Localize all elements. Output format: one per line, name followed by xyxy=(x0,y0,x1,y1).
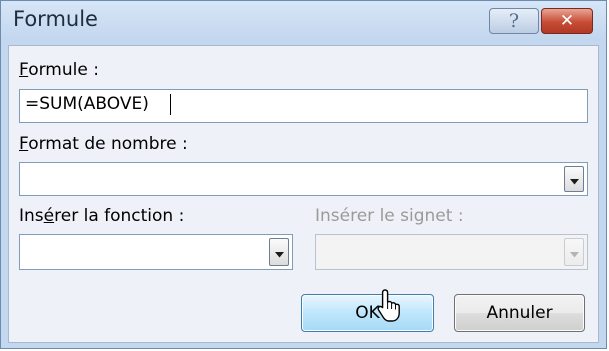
help-icon: ? xyxy=(508,10,520,32)
chevron-down-icon xyxy=(569,243,579,262)
insert-bookmark-dropdown-button xyxy=(564,238,584,266)
chevron-down-icon xyxy=(274,243,284,262)
ok-button[interactable]: OK xyxy=(301,294,434,332)
number-format-dropdown-button[interactable] xyxy=(564,166,584,192)
insert-function-label: Insérer la fonction : xyxy=(19,206,185,226)
title-bar[interactable]: Formule ? ✕ xyxy=(1,1,606,41)
hand-cursor-icon xyxy=(376,289,406,327)
formula-input[interactable]: =SUM(ABOVE) xyxy=(19,89,588,123)
close-icon: ✕ xyxy=(559,11,575,31)
number-format-label: Format de nombre : xyxy=(19,134,188,154)
dialog-title: Formule xyxy=(13,7,98,31)
cancel-button[interactable]: Annuler xyxy=(454,294,585,332)
insert-function-dropdown-button[interactable] xyxy=(269,238,289,266)
dialog-body: Formule : =SUM(ABOVE) Format de nombre :… xyxy=(8,45,599,343)
insert-bookmark-label: Insérer le signet : xyxy=(315,206,464,226)
cancel-button-label: Annuler xyxy=(486,303,553,323)
help-button[interactable]: ? xyxy=(489,8,539,34)
formula-dialog: Formule ? ✕ Formule : =SUM(ABOVE) Format… xyxy=(0,0,607,349)
number-format-dropdown[interactable] xyxy=(19,162,588,196)
formula-label: Formule : xyxy=(19,60,99,80)
insert-function-dropdown[interactable] xyxy=(19,234,293,270)
text-caret xyxy=(170,94,171,115)
close-button[interactable]: ✕ xyxy=(541,8,593,34)
chevron-down-icon xyxy=(569,170,579,189)
formula-value: =SUM(ABOVE) xyxy=(25,94,149,114)
insert-bookmark-dropdown xyxy=(315,234,588,270)
